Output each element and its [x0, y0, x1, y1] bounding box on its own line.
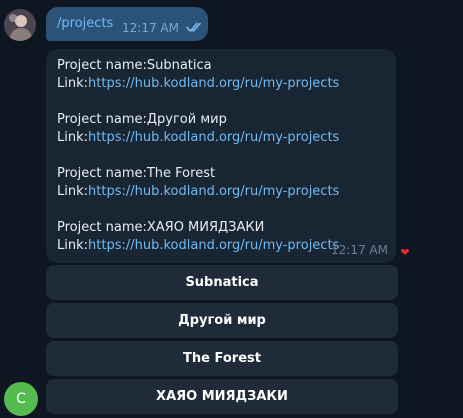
project-name: ХАЯО МИЯДЗАКИ [146, 220, 265, 235]
project-link[interactable]: https://hub.kodland.org/ru/my-projects [88, 238, 339, 253]
project-link-label: Link: [57, 238, 89, 253]
message-time: 12:17 AM [331, 243, 388, 257]
project-name: The Forest [146, 166, 216, 181]
message-time: 12:17 AM [122, 21, 179, 35]
user-avatar-image [4, 9, 36, 41]
project-link-line: Link:https://hub.kodland.org/ru/my-proje… [57, 75, 339, 93]
project-link-label: Link: [57, 130, 89, 145]
project-name-label: Project name: [57, 58, 147, 73]
project-name-line: Project name:ХАЯО МИЯДЗАКИ [57, 219, 339, 237]
project-link[interactable]: https://hub.kodland.org/ru/my-projects [88, 76, 339, 91]
project-link-line: Link:https://hub.kodland.org/ru/my-proje… [57, 183, 339, 201]
project-link-line: Link:https://hub.kodland.org/ru/my-proje… [57, 129, 339, 147]
project-link-label: Link: [57, 184, 89, 199]
project-entry: Project name:The Forest Link:https://hub… [57, 165, 339, 201]
user-avatar[interactable] [4, 9, 36, 41]
inline-button-subnatica[interactable]: Subnatica [46, 265, 398, 300]
incoming-message[interactable]: Project name:Subnatica Link:https://hub.… [46, 49, 396, 263]
project-name-line: Project name:Другой мир [57, 111, 339, 129]
project-name: Другой мир [146, 112, 227, 127]
project-name-line: Project name:Subnatica [57, 57, 339, 75]
bot-avatar[interactable]: C [4, 382, 38, 416]
inline-button-hayao-miyazaki[interactable]: ХАЯО МИЯДЗАКИ [46, 379, 398, 414]
project-name: Subnatica [146, 58, 212, 73]
inline-button-drugoy-mir[interactable]: Другой мир [46, 303, 398, 338]
message-text[interactable]: /projects [57, 16, 113, 31]
project-link-label: Link: [57, 76, 89, 91]
outgoing-message[interactable]: /projects 12:17 AM [46, 7, 208, 41]
project-entry: Project name:Другой мир Link:https://hub… [57, 111, 339, 147]
project-link[interactable]: https://hub.kodland.org/ru/my-projects [88, 130, 339, 145]
project-name-line: Project name:The Forest [57, 165, 339, 183]
inline-button-the-forest[interactable]: The Forest [46, 341, 398, 376]
project-name-label: Project name: [57, 166, 147, 181]
project-entry: Project name:ХАЯО МИЯДЗАКИ Link:https://… [57, 219, 339, 255]
double-check-icon [186, 22, 201, 32]
project-name-label: Project name: [57, 220, 147, 235]
project-entry: Project name:Subnatica Link:https://hub.… [57, 57, 339, 93]
project-name-label: Project name: [57, 112, 147, 127]
project-link-line: Link:https://hub.kodland.org/ru/my-proje… [57, 237, 339, 255]
heart-reaction-icon[interactable]: ❤ [396, 244, 414, 262]
project-link[interactable]: https://hub.kodland.org/ru/my-projects [88, 184, 339, 199]
